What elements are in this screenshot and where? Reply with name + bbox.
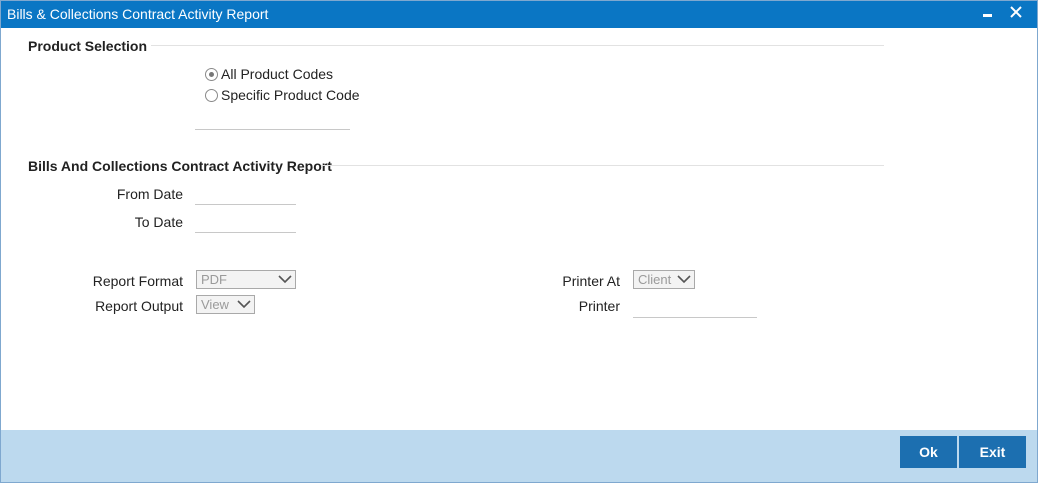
printer-field[interactable] [633,297,757,318]
close-button[interactable] [1005,1,1027,28]
radio-label: Specific Product Code [221,87,360,103]
minimize-icon [983,14,992,17]
printer-at-select[interactable]: Client [633,270,695,289]
ok-button[interactable]: Ok [900,436,957,468]
radio-specific-product-code[interactable]: Specific Product Code [205,87,360,103]
radio-button[interactable] [205,88,218,102]
chevron-down-icon [278,275,292,284]
section-divider [321,165,884,166]
radio-label: All Product Codes [221,66,334,82]
product-code-field[interactable] [195,109,350,130]
from-date-label: From Date [116,186,183,202]
window-title: Bills & Collections Contract Activity Re… [7,6,269,22]
report-output-value: View [201,297,229,312]
exit-button[interactable]: Exit [959,436,1026,468]
report-format-value: PDF [201,272,227,287]
report-format-label: Report Format [92,273,183,289]
close-icon [1010,6,1022,18]
section-divider [151,45,884,46]
product-selection-heading: Product Selection [28,38,148,54]
printer-label: Printer [578,298,620,314]
report-format-select[interactable]: PDF [196,270,296,289]
to-date-label: To Date [134,214,183,230]
printer-at-value: Client [638,272,672,287]
report-section-heading: Bills And Collections Contract Activity … [28,158,332,174]
radio-button[interactable] [205,67,218,81]
chevron-down-icon [237,300,251,309]
printer-at-label: Printer At [562,273,620,289]
report-output-label: Report Output [95,298,183,314]
title-bar: Bills & Collections Contract Activity Re… [1,1,1037,28]
to-date-field[interactable] [195,212,296,233]
chevron-down-icon [677,275,691,284]
from-date-field[interactable] [195,184,296,205]
radio-all-product-codes[interactable]: All Product Codes [205,66,333,82]
report-window: Bills & Collections Contract Activity Re… [0,0,1038,483]
minimize-button[interactable] [977,1,999,28]
report-output-select[interactable]: View [196,295,255,314]
footer-bar: Ok Exit [1,430,1037,482]
